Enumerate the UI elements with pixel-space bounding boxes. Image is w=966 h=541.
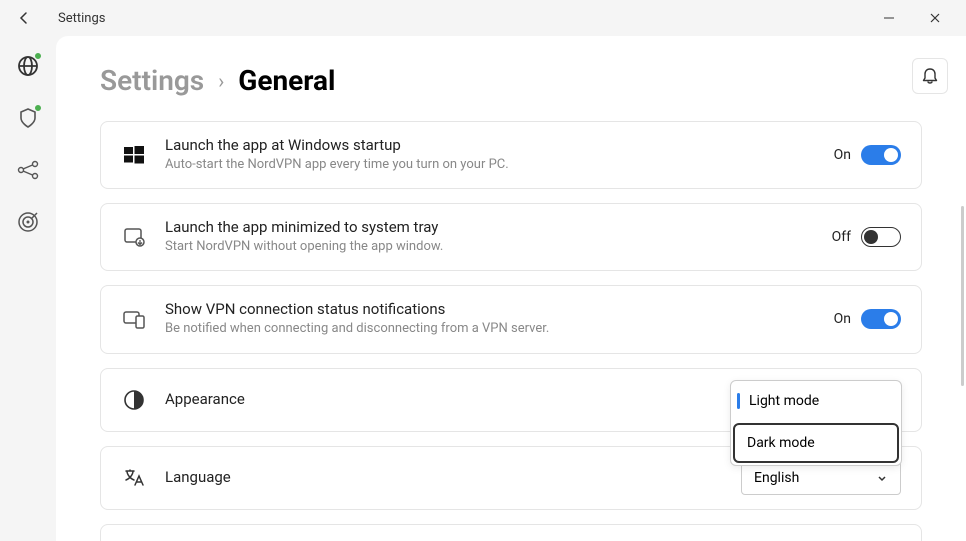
close-button[interactable]: [912, 2, 958, 34]
window-controls: [866, 2, 958, 34]
setting-title: Show VPN connection status notifications: [165, 300, 816, 318]
contrast-icon: [121, 387, 147, 413]
chevron-right-icon: ›: [218, 69, 224, 93]
appearance-option-light[interactable]: Light mode: [731, 381, 901, 421]
breadcrumb-root[interactable]: Settings: [100, 64, 204, 97]
language-selected-value: English: [754, 470, 799, 486]
appearance-dropdown: Light mode Dark mode: [730, 380, 902, 466]
setting-title: Appearance: [165, 390, 723, 408]
tray-icon: [121, 224, 147, 250]
window-title: Settings: [58, 11, 105, 26]
launch-minimized-toggle[interactable]: [861, 227, 901, 247]
chevron-down-icon: [876, 472, 888, 484]
language-icon: [121, 465, 147, 491]
sidebar-target[interactable]: [16, 210, 40, 234]
toggle-state-label: On: [834, 147, 851, 163]
setting-title: Launch the app at Windows startup: [165, 136, 816, 154]
sidebar-mesh[interactable]: [16, 158, 40, 182]
sidebar-globe[interactable]: [16, 54, 40, 78]
arrow-left-icon: [16, 10, 32, 26]
titlebar: Settings: [0, 0, 966, 36]
close-icon: [929, 12, 941, 24]
setting-launch-startup: Launch the app at Windows startup Auto-s…: [100, 121, 922, 189]
devices-icon: [121, 306, 147, 332]
setting-desc: Be notified when connecting and disconne…: [165, 320, 816, 338]
main-panel: Settings › General Launch the app at Win…: [56, 36, 966, 541]
back-button[interactable]: [8, 2, 40, 34]
setting-vpn-notifications: Show VPN connection status notifications…: [100, 285, 922, 353]
setting-desc: Auto-start the NordVPN app every time yo…: [165, 156, 816, 174]
setting-title: Language: [165, 468, 723, 486]
vpn-notifications-toggle[interactable]: [861, 309, 901, 329]
minimize-icon: [883, 12, 895, 24]
toggle-state-label: Off: [832, 229, 851, 245]
status-dot-icon: [34, 104, 42, 112]
launch-startup-toggle[interactable]: [861, 145, 901, 165]
sidebar-shield[interactable]: [16, 106, 40, 130]
toggle-state-label: On: [834, 311, 851, 327]
breadcrumb-leaf: General: [238, 64, 335, 97]
status-dot-icon: [34, 52, 42, 60]
mesh-icon: [17, 159, 39, 181]
notifications-button[interactable]: [912, 58, 948, 94]
windows-icon: [121, 142, 147, 168]
setting-desc: Start NordVPN without opening the app wi…: [165, 238, 814, 256]
bell-icon: [921, 67, 939, 85]
scrollbar[interactable]: [961, 206, 964, 386]
minimize-button[interactable]: [866, 2, 912, 34]
breadcrumb: Settings › General: [100, 64, 922, 97]
sidebar: [0, 36, 56, 541]
setting-launch-minimized: Launch the app minimized to system tray …: [100, 203, 922, 271]
target-icon: [17, 211, 39, 233]
setting-title: Launch the app minimized to system tray: [165, 218, 814, 236]
setting-help-improve: Help us improve Send us aggregate anonym…: [100, 524, 922, 541]
appearance-option-dark[interactable]: Dark mode: [733, 423, 899, 463]
